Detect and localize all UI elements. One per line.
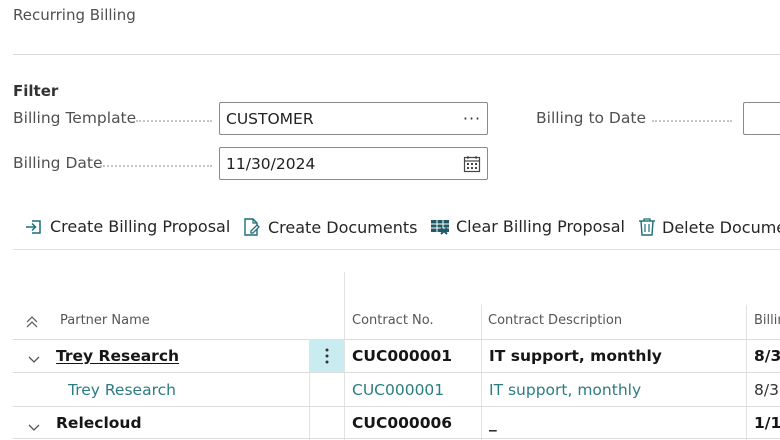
column-header-contract-no[interactable]: Contract No. [352, 313, 434, 328]
partner-name-cell[interactable]: Relecloud [56, 414, 142, 432]
collapse-all-button[interactable] [25, 314, 39, 333]
partner-name-link[interactable]: Trey Research [56, 347, 179, 365]
billing-cell: 8/31 [754, 381, 780, 399]
column-separator [344, 272, 345, 440]
delete-documents-label: Delete Documents [662, 217, 780, 237]
billing-date-value: 11/30/2024 [226, 154, 316, 173]
filter-section-title: Filter [13, 82, 59, 100]
contract-description-cell: IT support, monthly [489, 347, 662, 365]
page-title: Recurring Billing [13, 6, 136, 24]
double-chevron-up-icon [26, 316, 38, 328]
chevron-down-icon [28, 356, 40, 363]
header-divider [13, 54, 780, 55]
column-header-billing[interactable]: Billing [754, 313, 780, 328]
create-billing-proposal-label: Create Billing Proposal [50, 217, 231, 236]
grid-header-divider [13, 339, 780, 340]
ellipsis-icon: ··· [462, 108, 482, 128]
create-billing-proposal-button[interactable]: Create Billing Proposal [24, 217, 230, 236]
billing-template-field[interactable]: CUSTOMER ··· [219, 102, 488, 135]
billing-to-date-field[interactable] [743, 102, 780, 135]
billing-cell: 1/1 [754, 414, 780, 432]
calendar-button[interactable] [457, 148, 487, 179]
row-collapse-toggle[interactable] [27, 418, 41, 437]
action-bar-divider [13, 249, 780, 250]
clear-proposal-icon [431, 219, 449, 235]
billing-cell: 8/31 [754, 347, 780, 365]
trash-icon [639, 218, 655, 236]
contract-no-cell: CUC000001 [352, 347, 453, 365]
calendar-icon [463, 155, 481, 172]
billing-date-leader-dots [100, 165, 212, 167]
row-divider [13, 438, 780, 439]
clear-billing-proposal-button[interactable]: Clear Billing Proposal [430, 217, 625, 236]
billing-date-field[interactable]: 11/30/2024 [219, 147, 488, 180]
billing-template-lookup-button[interactable]: ··· [457, 103, 487, 134]
chevron-down-icon [28, 424, 40, 431]
billing-to-date-label: Billing to Date [536, 109, 646, 127]
delete-documents-button[interactable]: Delete Documents [638, 217, 780, 237]
billing-template-leader-dots [136, 120, 212, 122]
contract-no-cell[interactable]: CUC000001 [352, 381, 444, 399]
column-header-contract-description[interactable]: Contract Description [488, 313, 622, 328]
billing-date-label: Billing Date [13, 154, 103, 172]
clear-billing-proposal-label: Clear Billing Proposal [456, 217, 625, 236]
billing-template-label: Billing Template [13, 109, 137, 127]
row-actions-button[interactable] [309, 339, 344, 372]
partner-name-cell[interactable]: Trey Research [68, 381, 176, 399]
row-collapse-toggle[interactable] [27, 350, 41, 369]
vertical-ellipsis-icon [325, 348, 328, 363]
row-divider [13, 372, 780, 373]
create-proposal-icon [26, 219, 41, 234]
create-documents-icon [244, 218, 260, 236]
column-header-partner-name[interactable]: Partner Name [60, 313, 150, 328]
row-divider [13, 406, 780, 407]
contract-description-cell[interactable]: IT support, monthly [489, 381, 641, 399]
create-documents-button[interactable]: Create Documents [242, 217, 417, 237]
contract-no-cell: CUC000006 [352, 414, 453, 432]
contract-description-cell: _ [489, 414, 497, 432]
billing-to-date-leader-dots [652, 120, 732, 122]
billing-template-value: CUSTOMER [226, 109, 314, 128]
create-documents-label: Create Documents [268, 217, 418, 237]
